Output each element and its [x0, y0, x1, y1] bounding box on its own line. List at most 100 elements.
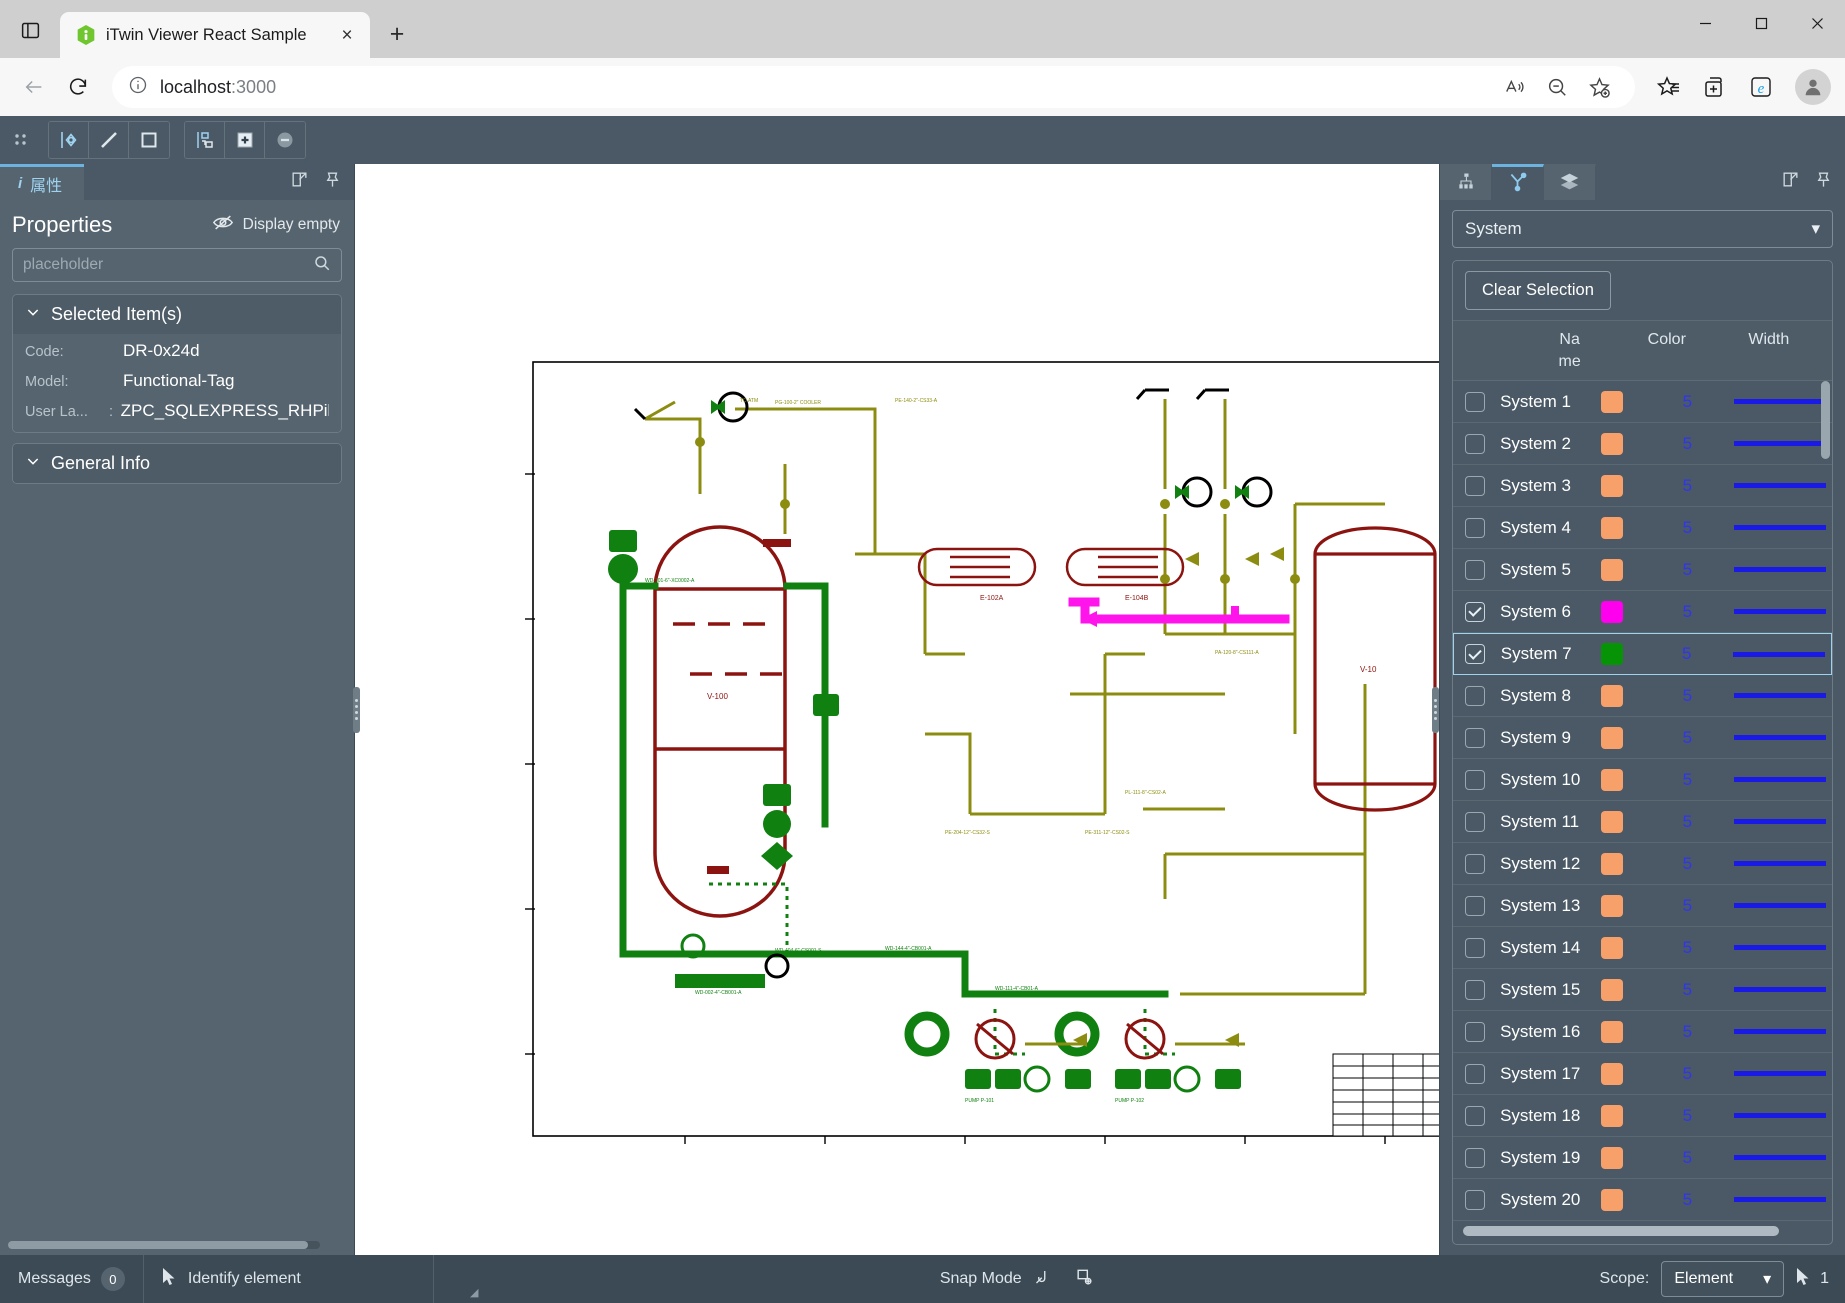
- pop-out-icon[interactable]: [290, 170, 309, 194]
- table-row[interactable]: System 75: [1453, 633, 1832, 675]
- color-swatch[interactable]: [1601, 1147, 1623, 1169]
- left-panel-resize-handle[interactable]: [353, 687, 360, 733]
- drag-handle-icon[interactable]: [4, 123, 38, 157]
- system-checkbox[interactable]: [1465, 770, 1485, 790]
- row-checkbox-cell[interactable]: [1453, 602, 1496, 622]
- system-checkbox[interactable]: [1465, 392, 1485, 412]
- row-checkbox-cell[interactable]: [1453, 812, 1496, 832]
- system-color-cell[interactable]: [1583, 1189, 1640, 1211]
- system-checkbox[interactable]: [1465, 896, 1485, 916]
- ie-mode-icon[interactable]: e: [1741, 67, 1781, 107]
- new-tab-button[interactable]: +: [378, 15, 416, 53]
- row-checkbox-cell[interactable]: [1453, 434, 1496, 454]
- clear-selection-button[interactable]: Clear Selection: [1465, 271, 1611, 310]
- system-checkbox[interactable]: [1465, 1190, 1485, 1210]
- table-row[interactable]: System 85: [1453, 675, 1832, 717]
- reload-icon[interactable]: [58, 67, 98, 107]
- close-button[interactable]: [1789, 0, 1845, 46]
- tab-search-button[interactable]: [8, 8, 52, 52]
- table-row[interactable]: System 185: [1453, 1095, 1832, 1137]
- color-swatch[interactable]: [1601, 1063, 1623, 1085]
- tab-system[interactable]: [1492, 164, 1544, 200]
- status-resize-corner[interactable]: ◢: [470, 1286, 478, 1299]
- property-group-header[interactable]: Selected Item(s): [13, 295, 341, 334]
- system-color-cell[interactable]: [1583, 601, 1640, 623]
- select-element-tool[interactable]: [49, 122, 89, 158]
- zoom-out-tool[interactable]: [265, 122, 305, 158]
- browser-tab-itwin[interactable]: iTwin Viewer React Sample ×: [60, 12, 370, 58]
- system-checkbox[interactable]: [1465, 1148, 1485, 1168]
- system-color-cell[interactable]: [1583, 1063, 1640, 1085]
- row-checkbox-cell[interactable]: [1453, 1064, 1496, 1084]
- system-width-bar[interactable]: [1734, 1155, 1832, 1160]
- system-color-cell[interactable]: [1583, 853, 1640, 875]
- table-row[interactable]: System 45: [1453, 507, 1832, 549]
- table-row[interactable]: System 25: [1453, 423, 1832, 465]
- color-swatch[interactable]: [1601, 853, 1623, 875]
- system-color-cell[interactable]: [1583, 727, 1640, 749]
- system-width-bar[interactable]: [1734, 945, 1832, 950]
- color-swatch[interactable]: [1601, 643, 1623, 665]
- color-swatch[interactable]: [1601, 559, 1623, 581]
- table-row[interactable]: System 125: [1453, 843, 1832, 885]
- row-checkbox-cell[interactable]: [1453, 686, 1496, 706]
- row-checkbox-cell[interactable]: [1453, 896, 1496, 916]
- system-color-cell[interactable]: [1583, 517, 1640, 539]
- system-color-cell[interactable]: [1583, 391, 1640, 413]
- row-checkbox-cell[interactable]: [1453, 392, 1496, 412]
- system-color-cell[interactable]: [1583, 643, 1640, 665]
- snap-mode[interactable]: Snap Mode: [922, 1255, 1068, 1303]
- color-swatch[interactable]: [1601, 769, 1623, 791]
- row-checkbox-cell[interactable]: [1453, 770, 1496, 790]
- table-row[interactable]: System 105: [1453, 759, 1832, 801]
- color-swatch[interactable]: [1601, 727, 1623, 749]
- close-icon[interactable]: ×: [332, 20, 362, 50]
- table-row[interactable]: System 205: [1453, 1179, 1832, 1221]
- pid-drawing[interactable]: V-100: [525, 354, 1439, 1144]
- system-checkbox[interactable]: [1465, 434, 1485, 454]
- system-width-bar[interactable]: [1734, 903, 1832, 908]
- system-checkbox[interactable]: [1465, 602, 1485, 622]
- system-checkbox[interactable]: [1465, 854, 1485, 874]
- table-row[interactable]: System 15: [1453, 381, 1832, 423]
- color-swatch[interactable]: [1601, 895, 1623, 917]
- system-width-bar[interactable]: [1734, 1071, 1832, 1076]
- system-color-cell[interactable]: [1583, 1105, 1640, 1127]
- system-width-bar[interactable]: [1734, 987, 1832, 992]
- table-row[interactable]: System 155: [1453, 969, 1832, 1011]
- system-checkbox[interactable]: [1465, 686, 1485, 706]
- system-width-bar[interactable]: [1734, 525, 1832, 530]
- color-swatch[interactable]: [1601, 601, 1623, 623]
- color-swatch[interactable]: [1601, 979, 1623, 1001]
- system-color-cell[interactable]: [1583, 475, 1640, 497]
- zoom-out-icon[interactable]: [1537, 67, 1577, 107]
- property-group-header[interactable]: General Info: [13, 444, 341, 483]
- toggle-camera-button[interactable]: [1068, 1255, 1112, 1303]
- system-checkbox[interactable]: [1465, 476, 1485, 496]
- row-checkbox-cell[interactable]: [1453, 560, 1496, 580]
- messages-indicator[interactable]: Messages 0: [0, 1255, 144, 1303]
- favorites-icon[interactable]: [1649, 67, 1689, 107]
- system-width-bar[interactable]: [1734, 819, 1832, 824]
- table-row[interactable]: System 135: [1453, 885, 1832, 927]
- system-select[interactable]: System ▾: [1452, 210, 1833, 248]
- color-swatch[interactable]: [1601, 1105, 1623, 1127]
- drawing-viewport[interactable]: V-100: [355, 164, 1439, 1255]
- system-width-bar[interactable]: [1734, 777, 1832, 782]
- color-swatch[interactable]: [1601, 811, 1623, 833]
- search-icon[interactable]: [313, 254, 331, 277]
- system-list-vertical-scrollbar[interactable]: [1821, 381, 1830, 459]
- sync-nodes-tool[interactable]: [185, 122, 225, 158]
- table-row[interactable]: System 175: [1453, 1053, 1832, 1095]
- table-row[interactable]: System 95: [1453, 717, 1832, 759]
- row-checkbox-cell[interactable]: [1453, 1022, 1496, 1042]
- table-row[interactable]: System 55: [1453, 549, 1832, 591]
- system-checkbox[interactable]: [1465, 1106, 1485, 1126]
- system-list-horizontal-scrollbar[interactable]: [1463, 1226, 1822, 1238]
- pin-icon[interactable]: [1814, 170, 1833, 194]
- system-color-cell[interactable]: [1583, 979, 1640, 1001]
- row-checkbox-cell[interactable]: [1453, 1106, 1496, 1126]
- system-width-bar[interactable]: [1734, 609, 1832, 614]
- address-bar[interactable]: localhost:3000: [112, 66, 1635, 108]
- search-input[interactable]: [23, 256, 313, 274]
